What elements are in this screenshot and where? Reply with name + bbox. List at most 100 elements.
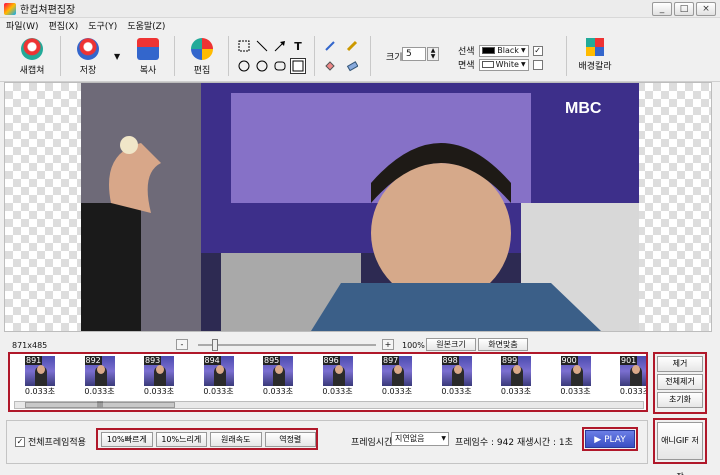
frame-thumbnail: 893 — [144, 356, 174, 386]
line-color-select[interactable]: Black ▼ — [478, 44, 529, 57]
scrollbar-thumb[interactable]: ||| — [25, 402, 175, 408]
frame-item[interactable]: 901 0.033초 — [615, 356, 646, 397]
select-rect-tool[interactable] — [236, 38, 252, 54]
maximize-button[interactable]: □ — [674, 2, 694, 16]
copy-button[interactable]: 복사 — [128, 36, 168, 76]
frame-time-select[interactable]: 지연없음 ▼ — [391, 432, 449, 446]
canvas-area[interactable]: MBC — [4, 82, 712, 332]
line-color-checkbox[interactable]: ✓ — [532, 45, 543, 56]
frame-time: 0.033초 — [203, 387, 234, 396]
fit-screen-button[interactable]: 화면맞춤 — [478, 338, 528, 351]
circle-icon — [256, 60, 268, 72]
frame-face-shape — [334, 365, 343, 374]
frame-number: 896 — [322, 356, 340, 365]
line-color-row: 선색 Black ▼ ✓ — [458, 44, 543, 57]
frame-time: 0.033초 — [143, 387, 175, 396]
remove-frame-button[interactable]: 제거 — [657, 356, 703, 372]
frame-time: 0.033초 — [500, 387, 532, 396]
pen-tool[interactable] — [322, 38, 338, 54]
size-spinner[interactable]: ▲ ▼ — [427, 47, 439, 61]
fill-tool[interactable] — [322, 58, 338, 74]
frame-number: 898 — [441, 356, 459, 365]
remove-all-frames-button[interactable]: 전체제거 — [657, 374, 703, 390]
original-size-button[interactable]: 원본크기 — [426, 338, 476, 351]
zoom-row: 871x485 - + 100% 원본크기 화면맞춤 — [0, 336, 720, 352]
save-button[interactable]: 저장 — [68, 36, 108, 76]
frame-time: 0.033초 — [441, 387, 472, 396]
play-wrapper: ▶ PLAY — [582, 427, 638, 451]
rounded-rect-tool[interactable] — [272, 58, 288, 74]
frame-face-shape — [453, 365, 462, 374]
frame-number: 894 — [203, 356, 221, 365]
text-tool[interactable]: T — [290, 38, 306, 54]
rect-tool[interactable] — [290, 58, 306, 74]
fill-color-select[interactable]: White ▼ — [478, 58, 529, 71]
frame-item[interactable]: 891 0.033초 — [20, 356, 60, 397]
frame-face-shape — [513, 365, 521, 374]
frame-actions: 제거 전체제거 초기화 — [653, 352, 707, 414]
frame-face-shape — [632, 365, 640, 374]
zoom-slider-handle[interactable] — [212, 339, 218, 351]
edit-button[interactable]: 편집 — [182, 36, 222, 76]
frame-face-shape — [96, 365, 105, 374]
play-button[interactable]: ▶ PLAY — [585, 430, 635, 448]
zoom-slider[interactable] — [198, 344, 376, 346]
frame-item[interactable]: 896 0.033초 — [318, 356, 358, 397]
frame-face-shape — [572, 365, 581, 374]
apply-all-checkbox[interactable]: ✓ — [15, 436, 25, 447]
pen-icon — [325, 41, 335, 51]
frame-item[interactable]: 892 0.033초 — [80, 356, 120, 397]
frame-thumbnail: 895 — [263, 356, 293, 386]
size-input[interactable]: 5 — [402, 47, 426, 61]
line-tool[interactable] — [254, 38, 270, 54]
color-palette-icon — [586, 38, 604, 56]
frame-item[interactable]: 897 0.033초 — [377, 356, 417, 397]
fill-color-swatch — [481, 61, 494, 68]
original-speed-button[interactable]: 원래속도 — [210, 431, 262, 447]
bg-color-label: 배경칼라 — [578, 62, 612, 72]
faster-button[interactable]: 10%빠르게 — [101, 431, 153, 447]
frame-item[interactable]: 898 0.033초 — [437, 356, 477, 397]
frame-time: 0.033초 — [262, 387, 294, 396]
size-label: 크기 — [386, 53, 403, 63]
ellipse-tool[interactable] — [236, 58, 252, 74]
zoom-in-button[interactable]: + — [382, 339, 394, 350]
close-button[interactable]: × — [696, 2, 716, 16]
minimize-button[interactable]: _ — [652, 2, 672, 16]
zoom-out-button[interactable]: - — [176, 339, 188, 350]
frame-thumbnail: 894 — [203, 356, 234, 386]
save-label: 저장 — [79, 66, 97, 76]
bg-color-button[interactable]: 배경칼라 — [572, 36, 618, 72]
new-capture-button[interactable]: 새캡쳐 — [12, 36, 52, 76]
reverse-order-button[interactable]: 역정렬 — [264, 431, 316, 447]
save-gif-button[interactable]: 애니GIF 저장 — [657, 422, 703, 475]
reset-frames-button[interactable]: 초기화 — [657, 392, 703, 408]
fill-color-row: 면색 White ▼ — [458, 58, 543, 71]
menu-file[interactable]: 파일(W) — [6, 19, 38, 32]
frame-item[interactable]: 895 0.033초 — [258, 356, 298, 397]
frame-strip: 901 0.033초 900 0.033초 899 0.033초 898 0.033초 897 0… — [8, 352, 648, 412]
slower-button[interactable]: 10%느리게 — [155, 431, 207, 447]
circle-tool[interactable] — [254, 58, 270, 74]
play-icon: ▶ — [594, 435, 605, 445]
frame-item[interactable]: 894 0.033초 — [199, 356, 239, 397]
frame-thumbnail: 900 — [560, 356, 591, 386]
fill-color-value: White — [495, 60, 519, 69]
title-bar: 한컵쳐편집장 _ □ × — [0, 0, 720, 18]
frame-scrollbar[interactable]: ||| — [14, 401, 644, 409]
arrow-tool[interactable] — [272, 38, 288, 54]
mbc-logo: MBC — [565, 100, 602, 117]
menu-help[interactable]: 도움말(Z) — [127, 19, 165, 32]
frame-item[interactable]: 899 0.033초 — [496, 356, 536, 397]
edit-icon — [191, 38, 213, 60]
eraser-tool[interactable] — [344, 58, 360, 74]
menu-tools[interactable]: 도구(Y) — [88, 19, 117, 32]
menu-edit[interactable]: 편집(X) — [48, 19, 78, 32]
frame-time-label: 프레임시간 — [351, 438, 393, 448]
brush-tool[interactable] — [344, 38, 360, 54]
save-dropdown-icon[interactable]: ▼ — [114, 52, 120, 61]
frame-item[interactable]: 893 0.033초 — [139, 356, 179, 397]
fill-color-checkbox[interactable] — [532, 59, 543, 70]
apply-all-row: ✓ 전체프레임적용 — [15, 435, 86, 448]
frame-item[interactable]: 900 0.033초 — [556, 356, 596, 397]
